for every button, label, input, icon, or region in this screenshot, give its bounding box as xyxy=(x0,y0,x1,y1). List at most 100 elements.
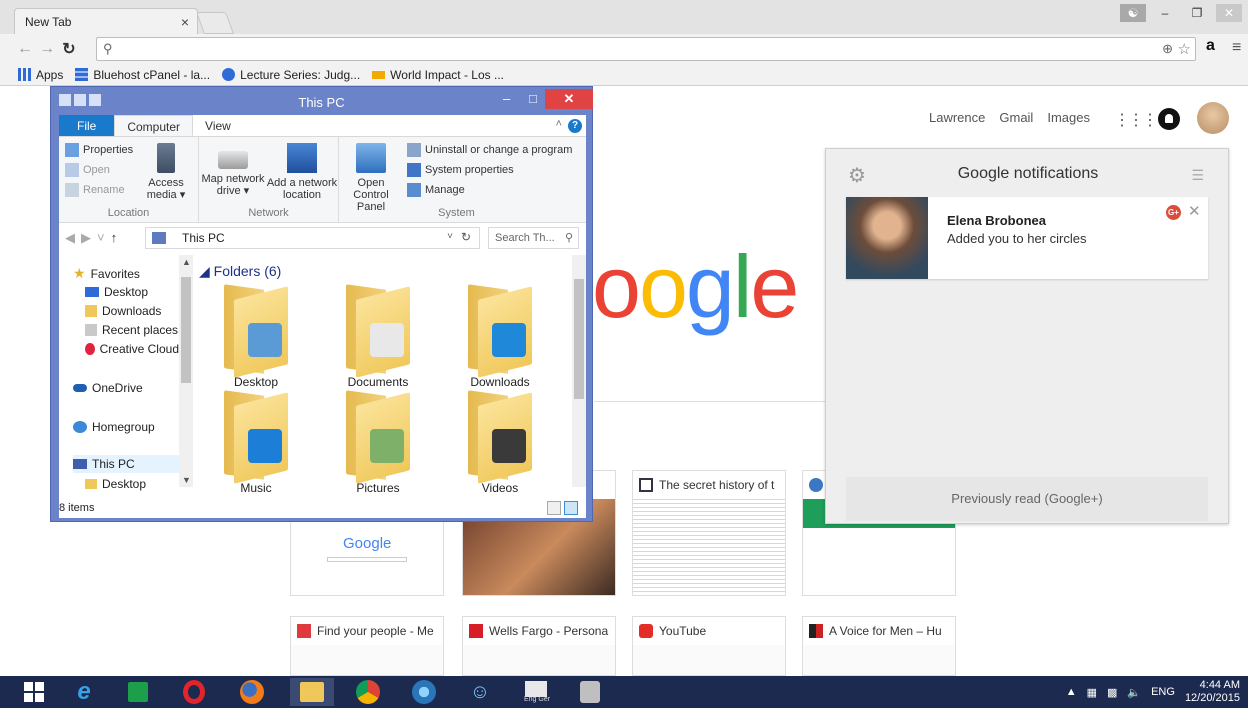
close-window-icon[interactable]: ✕ xyxy=(1216,4,1242,22)
volume-icon[interactable]: 🔈 xyxy=(1127,686,1141,699)
back-icon[interactable]: ← xyxy=(14,40,36,58)
tab-computer[interactable]: Computer xyxy=(114,115,194,136)
bookmark-world-impact[interactable]: World Impact - Los ... xyxy=(372,68,504,82)
folder-item[interactable]: Videos xyxy=(445,390,555,495)
nav-item[interactable]: ★ Favorites xyxy=(73,265,140,282)
open-button[interactable]: Open xyxy=(65,163,110,177)
gmail-link[interactable]: Gmail xyxy=(999,110,1033,125)
details-view-icon[interactable] xyxy=(547,501,561,515)
chrome-icon[interactable] xyxy=(346,678,390,706)
bookmark-apps[interactable]: Apps xyxy=(18,68,63,82)
up-icon[interactable]: ↑ xyxy=(111,230,118,246)
nav-item[interactable]: Desktop xyxy=(85,477,146,491)
menu-lines-icon[interactable]: ☰ xyxy=(1191,167,1204,184)
scrollbar-thumb[interactable] xyxy=(181,277,191,383)
zoom-icon[interactable]: ⊕ xyxy=(1162,41,1173,57)
forward-icon[interactable]: ▶ xyxy=(81,230,91,246)
manage-button[interactable]: Manage xyxy=(407,183,465,197)
clock[interactable]: 4:44 AM 12/20/2015 xyxy=(1185,679,1240,705)
help-icon[interactable]: ? xyxy=(568,119,582,133)
forward-icon[interactable]: → xyxy=(36,40,58,58)
nav-item[interactable]: Creative Cloud xyxy=(85,342,179,356)
nav-item[interactable]: Desktop xyxy=(85,285,148,299)
app-icon[interactable] xyxy=(402,678,446,706)
nav-item-selected[interactable]: This PC xyxy=(73,455,179,473)
close-icon[interactable]: ✕ xyxy=(545,89,593,109)
uninstall-program-button[interactable]: Uninstall or change a program xyxy=(407,143,572,157)
add-network-location-button[interactable]: Add a network location xyxy=(265,143,339,201)
nav-item[interactable]: Downloads xyxy=(85,304,161,318)
tab-file[interactable]: File xyxy=(59,115,115,136)
open-control-panel-button[interactable]: Open Control Panel xyxy=(339,143,403,213)
access-media-button[interactable]: Access media ▾ xyxy=(141,143,191,201)
most-visited-tile[interactable]: Find your people - Me xyxy=(290,616,444,676)
folder-item[interactable]: Documents xyxy=(323,284,433,389)
scrollbar-thumb[interactable] xyxy=(574,279,584,399)
refresh-icon[interactable]: ↻ xyxy=(461,230,471,244)
new-tab-button[interactable] xyxy=(195,12,235,34)
scroll-up-icon[interactable]: ▲ xyxy=(182,257,191,267)
minimize-icon[interactable]: – xyxy=(1152,4,1178,22)
store-icon[interactable] xyxy=(116,678,160,706)
chevron-up-icon[interactable]: ▲ xyxy=(1066,686,1077,698)
folder-view-scrollbar[interactable] xyxy=(572,255,586,487)
rename-button[interactable]: Rename xyxy=(65,183,125,197)
most-visited-tile[interactable]: The secret history of t xyxy=(632,470,786,596)
firefox-icon[interactable] xyxy=(230,678,274,706)
dismiss-notification-icon[interactable]: ✕ xyxy=(1188,202,1201,220)
reload-icon[interactable]: ↻ xyxy=(58,39,80,59)
minimize-icon[interactable]: – xyxy=(503,91,510,106)
bookmark-bluehost[interactable]: Bluehost cPanel - la... xyxy=(75,68,210,82)
bookmark-lecture-series[interactable]: Lecture Series: Judg... xyxy=(222,68,360,82)
ie-icon[interactable]: e xyxy=(62,678,106,706)
most-visited-tile[interactable]: Wells Fargo - Persona xyxy=(462,616,616,676)
previously-read-button[interactable]: Previously read (Google+) xyxy=(846,477,1208,521)
explorer-search-input[interactable]: Search Th... ⚲ xyxy=(488,227,579,249)
language-indicator[interactable]: ENG xyxy=(1151,686,1175,698)
chevron-down-icon[interactable]: ˅ xyxy=(447,231,453,242)
folder-item[interactable]: Desktop xyxy=(201,284,311,389)
user-profile-icon[interactable]: ☯ xyxy=(1120,4,1146,22)
map-network-drive-button[interactable]: Map network drive ▾ xyxy=(199,143,267,197)
avatar[interactable] xyxy=(1197,102,1229,134)
file-explorer-icon[interactable] xyxy=(290,678,334,706)
explorer-address-input[interactable]: This PC ˅ ↻ xyxy=(145,227,480,249)
large-icons-view-icon[interactable] xyxy=(564,501,578,515)
notification-card[interactable]: Elena Brobonea Added you to her circles … xyxy=(846,197,1208,279)
nav-item[interactable]: Homegroup xyxy=(73,420,155,434)
recent-locations-icon[interactable]: ˅ xyxy=(97,230,105,246)
folder-item[interactable]: Pictures xyxy=(323,390,433,495)
maximize-icon[interactable]: □ xyxy=(529,91,537,106)
amazon-extension-icon[interactable]: a xyxy=(1206,37,1215,55)
folders-section-header[interactable]: ◢ Folders (6) xyxy=(199,263,281,280)
nav-item[interactable]: Recent places xyxy=(85,323,179,337)
chrome-menu-icon[interactable]: ≡ xyxy=(1232,39,1241,57)
navigation-scrollbar[interactable]: ▲ ▼ xyxy=(179,255,193,487)
address-bar[interactable]: ⚲ ⊕ ☆ xyxy=(96,37,1196,61)
network-icon[interactable]: ▦ xyxy=(1087,686,1097,699)
breadcrumb[interactable]: This PC xyxy=(182,231,225,245)
start-icon[interactable] xyxy=(12,678,56,706)
back-icon[interactable]: ◀ xyxy=(65,230,75,246)
most-visited-tile[interactable]: A Voice for Men – Hu xyxy=(802,616,956,676)
bookmark-star-icon[interactable]: ☆ xyxy=(1178,40,1191,58)
scroll-down-icon[interactable]: ▼ xyxy=(182,475,191,485)
properties-button[interactable]: Properties xyxy=(65,143,133,157)
opera-icon[interactable] xyxy=(172,678,216,706)
maximize-icon[interactable]: ❐ xyxy=(1184,4,1210,22)
google-user-link[interactable]: Lawrence xyxy=(929,110,985,125)
folder-item[interactable]: Music xyxy=(201,390,311,495)
tab-close-icon[interactable]: × xyxy=(181,14,189,30)
people-icon[interactable]: ☺ xyxy=(458,678,502,706)
most-visited-tile[interactable]: YouTube xyxy=(632,616,786,676)
browser-tab[interactable]: New Tab × xyxy=(14,8,198,35)
tab-view[interactable]: View xyxy=(193,115,243,136)
speech-icon[interactable] xyxy=(568,678,612,706)
folder-item[interactable]: Downloads xyxy=(445,284,555,389)
wifi-icon[interactable]: ▩ xyxy=(1107,686,1117,699)
google-apps-icon[interactable]: ⋮⋮⋮ xyxy=(1114,110,1158,130)
system-properties-button[interactable]: System properties xyxy=(407,163,514,177)
nav-item[interactable]: OneDrive xyxy=(73,381,143,395)
chevron-up-icon[interactable]: ˄ xyxy=(556,118,562,130)
images-link[interactable]: Images xyxy=(1047,110,1090,125)
